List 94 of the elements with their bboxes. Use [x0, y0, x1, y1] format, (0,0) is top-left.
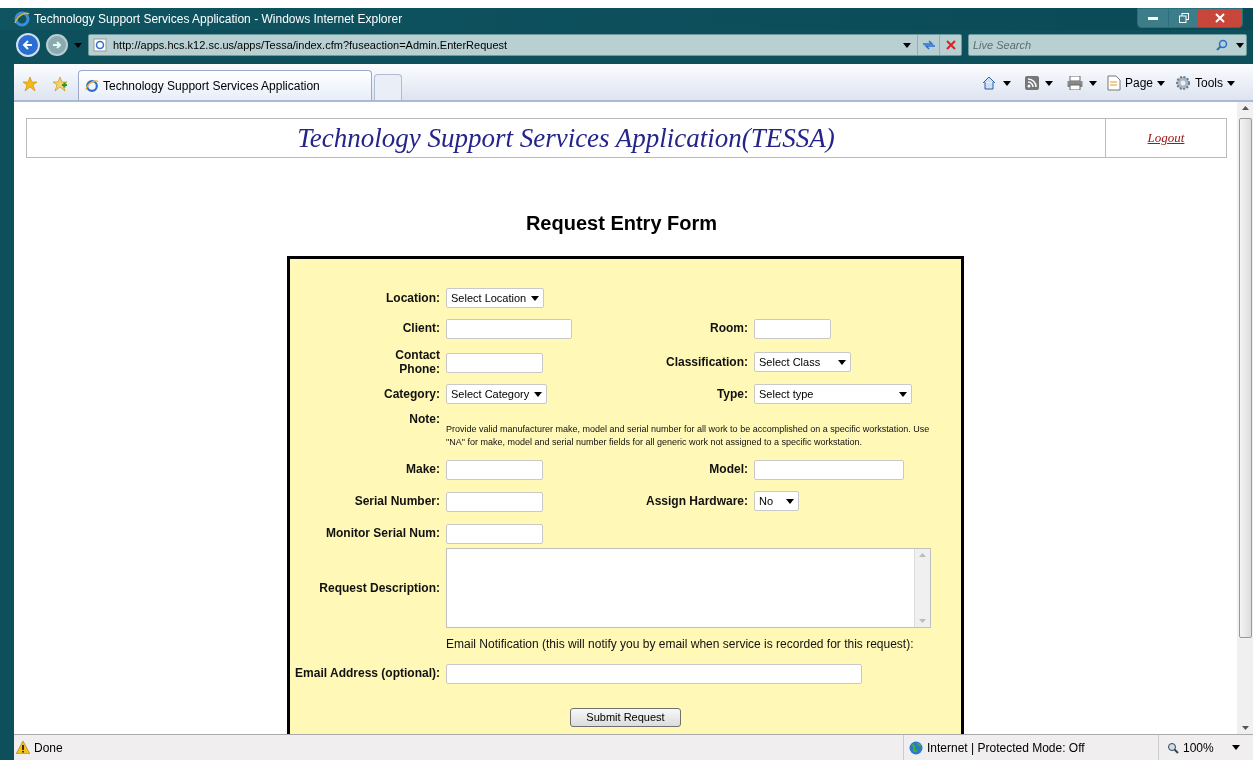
minimize-icon	[1148, 16, 1158, 20]
field-label: Location:	[386, 291, 440, 305]
field-label: Email Address (optional):	[295, 666, 440, 680]
caret-icon	[74, 42, 82, 48]
forward-button[interactable]	[46, 34, 68, 56]
field-label: Model:	[709, 462, 748, 476]
note-text: Provide valid manufacturer make, model and serial number for all work to be accomplished on a specific workstation. Use "NA" for make, model and serial number fields for all generic work not assigned to a specific workstation.	[446, 423, 931, 449]
globe-icon	[909, 740, 923, 755]
address-field[interactable]: http://apps.hcs.k12.sc.us/apps/Tessa/index.cfm?fuseaction=Admin.EnterRequest	[88, 34, 962, 56]
input-field[interactable]	[754, 460, 904, 480]
dropdown[interactable]: Select Class	[754, 352, 851, 372]
feed-icon[interactable]	[1024, 76, 1039, 90]
zone-text: Internet | Protected Mode: Off	[927, 739, 1085, 757]
caret-icon	[1227, 80, 1235, 86]
page-icon	[93, 38, 107, 52]
close-button[interactable]	[1198, 9, 1242, 27]
scroll-down-icon	[1241, 726, 1249, 730]
star-icon[interactable]	[22, 76, 38, 92]
close-icon	[945, 40, 956, 50]
restore-button[interactable]	[1168, 9, 1198, 27]
caret-icon	[899, 391, 907, 397]
notice-text: Email Notification (this will notify you by email when service is recorded for this request):	[446, 636, 915, 653]
app-title: Technology Support Services Application(TESSA)	[297, 121, 835, 155]
field-label: Serial Number:	[354, 494, 440, 508]
page-icon	[1106, 75, 1121, 91]
dropdown[interactable]: No	[754, 491, 799, 511]
search-placeholder: Live Search	[973, 37, 1033, 53]
field-label: Request Description:	[319, 581, 440, 595]
input-field[interactable]	[446, 319, 572, 339]
forward-arrow-icon	[52, 40, 62, 50]
caret-icon	[838, 359, 846, 365]
dropdown[interactable]: Select Category	[446, 384, 547, 404]
minimize-button[interactable]	[1138, 9, 1168, 27]
url-text: http://apps.hcs.k12.sc.us/apps/Tessa/index.cfm?fuseaction=Admin.EnterRequest	[113, 37, 509, 53]
input-field[interactable]	[446, 664, 862, 684]
search-icon	[1216, 39, 1228, 51]
input-field[interactable]	[446, 460, 543, 480]
caret-icon	[1044, 80, 1053, 86]
caret-icon	[1002, 80, 1011, 86]
field-label: Make:	[406, 462, 440, 476]
back-button[interactable]	[16, 33, 40, 57]
field-label: Contact Phone:	[394, 348, 440, 376]
logout-link[interactable]: Logout	[1147, 128, 1185, 148]
scrollbar[interactable]	[1237, 102, 1253, 734]
field-label: Monitor Serial Num:	[326, 526, 440, 540]
caret-icon	[1088, 80, 1097, 86]
input-field[interactable]	[446, 492, 543, 512]
caret-icon	[1236, 42, 1244, 48]
zoom-button[interactable]: 100%	[1158, 735, 1253, 760]
scroll-down-icon	[919, 619, 926, 623]
field-label: Category:	[384, 387, 440, 401]
restore-icon	[1178, 13, 1189, 23]
submit-button[interactable]: Submit Request	[570, 708, 681, 727]
field-label: Assign Hardware:	[645, 494, 748, 508]
caret-icon	[531, 295, 539, 301]
gear-icon	[1175, 75, 1191, 91]
scroll-thumb[interactable]	[1238, 118, 1252, 638]
browser-tab[interactable]: Technology Support Services Application	[78, 70, 372, 100]
add-favorite-icon[interactable]	[52, 76, 68, 92]
form-title: Request Entry Form	[525, 211, 718, 236]
input-field[interactable]	[446, 524, 543, 544]
caret-icon	[1231, 745, 1240, 750]
magnifier-icon	[1167, 741, 1179, 754]
search-field[interactable]: Live Search	[968, 34, 1247, 56]
caret-icon	[786, 498, 794, 504]
home-icon[interactable]	[980, 75, 997, 91]
back-arrow-icon	[22, 39, 34, 51]
dropdown[interactable]: Select Location	[446, 288, 544, 308]
browser-logo-icon	[85, 78, 99, 93]
scroll-up-icon	[1241, 106, 1249, 110]
description-field[interactable]	[446, 548, 931, 628]
input-field[interactable]	[446, 353, 543, 373]
field-label: Room:	[710, 321, 748, 335]
browser-logo-icon	[14, 11, 30, 27]
caret-icon	[534, 391, 542, 397]
caret-icon	[1157, 80, 1165, 86]
window-title: Technology Support Services Application - Windows Internet Explorer	[34, 11, 403, 28]
scroll-up-icon	[919, 553, 926, 557]
caret-icon	[903, 42, 911, 48]
input-field[interactable]	[754, 319, 831, 339]
field-label: Type:	[716, 387, 748, 401]
field-label: Client:	[402, 321, 440, 335]
close-icon	[1215, 13, 1225, 23]
field-label: Classification:	[665, 355, 748, 369]
status-text: Done	[34, 739, 64, 757]
dropdown[interactable]: Select type	[754, 384, 912, 404]
warning-icon	[16, 741, 30, 754]
printer-icon[interactable]	[1066, 76, 1083, 90]
field-label: Note:	[409, 412, 440, 426]
refresh-icon	[921, 39, 936, 51]
page-menu-button[interactable]: Page	[1106, 74, 1165, 92]
tools-menu-button[interactable]: Tools	[1175, 74, 1235, 92]
scrollbar[interactable]	[914, 549, 930, 627]
new-tab-button[interactable]	[374, 74, 402, 100]
